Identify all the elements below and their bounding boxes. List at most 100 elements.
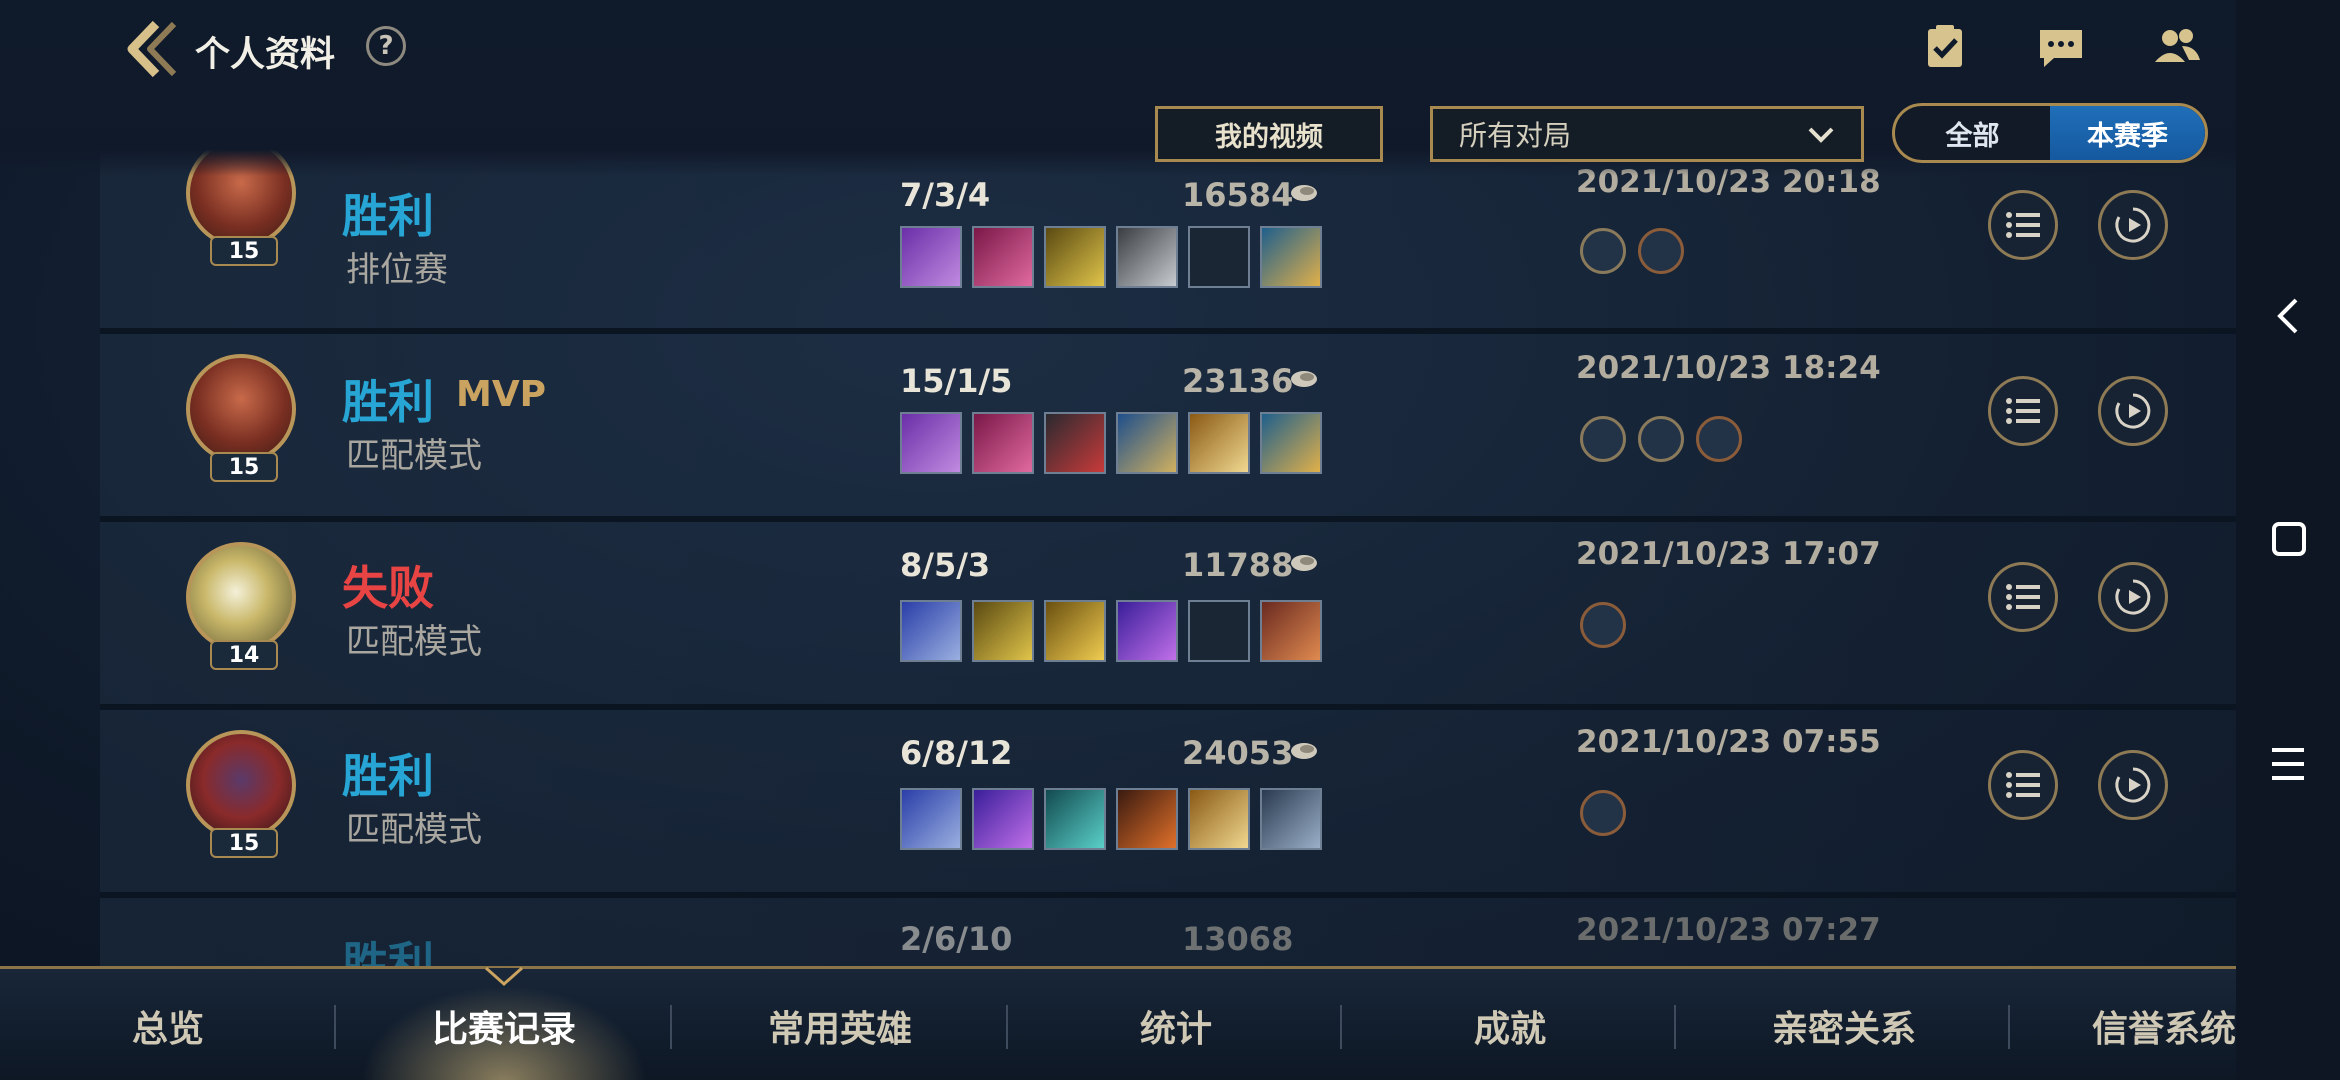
chevron-left-icon[interactable] [122, 18, 182, 80]
match-filter-value: 所有对局 [1459, 119, 1572, 152]
match-detail-button[interactable] [1988, 562, 2058, 632]
hero-avatar [186, 542, 296, 652]
chat-bubble-icon[interactable] [2036, 22, 2086, 72]
match-datetime: 2021/10/23 07:55 [1576, 724, 1881, 760]
replay-button[interactable] [2098, 750, 2168, 820]
empty-item-slot [1188, 226, 1250, 288]
tab-statistics[interactable]: 统计 [1008, 969, 1344, 1080]
match-detail-button[interactable] [1988, 376, 2058, 446]
season-toggle[interactable]: 全部 本赛季 [1892, 103, 2208, 163]
match-result: 失败 [342, 561, 434, 615]
gold-amount: 13068 [1182, 920, 1294, 958]
game-mode: 排位赛 [346, 250, 448, 290]
list-icon [2006, 398, 2040, 424]
system-nav-bar [2236, 0, 2340, 1080]
match-row-partial[interactable]: 胜利 2/6/10 13068 2021/10/23 07:27 [100, 898, 2236, 974]
item-slot [900, 600, 962, 662]
kda: 2/6/10 [900, 920, 1013, 958]
item-slot [972, 788, 1034, 850]
match-result: 胜利 [342, 749, 434, 803]
match-filter-select[interactable]: 所有对局 [1430, 106, 1864, 162]
level-badge: 14 [210, 640, 278, 670]
season-current-option[interactable]: 本赛季 [2050, 106, 2205, 160]
game-mode: 匹配模式 [346, 622, 482, 662]
coin-icon [1291, 555, 1317, 571]
gold-amount: 24053 [1182, 734, 1294, 772]
replay-button[interactable] [2098, 562, 2168, 632]
boots-item-slot [1260, 412, 1322, 474]
tab-reputation[interactable]: 信誉系统 [2010, 969, 2236, 1080]
level-badge: 15 [210, 828, 278, 858]
item-slot [1116, 226, 1178, 288]
play-icon [2115, 579, 2151, 615]
replay-button[interactable] [2098, 376, 2168, 446]
play-icon [2115, 767, 2151, 803]
item-slot [1044, 412, 1106, 474]
boots-item-slot [1260, 788, 1322, 850]
coin-icon [1291, 743, 1317, 759]
nav-menu-icon[interactable] [2236, 742, 2340, 786]
match-detail-button[interactable] [1988, 190, 2058, 260]
help-button[interactable]: ? [366, 26, 406, 66]
kda: 15/1/5 [900, 362, 1013, 400]
kda: 6/8/12 [900, 734, 1013, 772]
nav-home-icon[interactable] [2236, 518, 2340, 562]
empty-item-slot [1188, 600, 1250, 662]
item-slot [1116, 600, 1178, 662]
level-badge: 15 [210, 236, 278, 266]
match-detail-button[interactable] [1988, 750, 2058, 820]
nav-back-icon[interactable] [2236, 294, 2340, 338]
gold-amount: 11788 [1182, 546, 1294, 584]
match-result: 胜利 [342, 375, 434, 429]
game-mode: 匹配模式 [346, 810, 482, 850]
achievement-badge-icon [1638, 228, 1684, 274]
achievement-badge-icon [1580, 602, 1626, 648]
list-icon [2006, 772, 2040, 798]
achievement-badge-icon [1638, 416, 1684, 462]
match-row[interactable]: 15 胜利 匹配模式 6/8/12 24053 2021/10/23 07:55 [100, 710, 2236, 898]
play-icon [2115, 393, 2151, 429]
level-badge: 15 [210, 452, 278, 482]
page-title: 个人资料 [195, 35, 336, 75]
season-all-option[interactable]: 全部 [1895, 106, 2050, 160]
hero-avatar [186, 730, 296, 840]
bottom-tab-bar: 总览 比赛记录 常用英雄 统计 成就 亲密关系 信誉系统 [0, 966, 2236, 1080]
mvp-badge: MVP [456, 374, 547, 415]
item-slot [1044, 600, 1106, 662]
match-row[interactable]: 14 失败 匹配模式 8/5/3 11788 2021/10/23 17:07 [100, 522, 2236, 710]
hero-avatar [186, 354, 296, 464]
kda: 7/3/4 [900, 176, 991, 214]
item-slot [900, 788, 962, 850]
chevron-down-icon [1808, 127, 1834, 143]
item-slot [972, 600, 1034, 662]
item-slot [1188, 788, 1250, 850]
coin-icon [1291, 371, 1317, 387]
tab-intimacy[interactable]: 亲密关系 [1676, 969, 2012, 1080]
match-datetime: 2021/10/23 17:07 [1576, 536, 1881, 572]
tab-achievements[interactable]: 成就 [1342, 969, 1678, 1080]
match-datetime: 2021/10/23 18:24 [1576, 350, 1881, 386]
gold-amount: 16584 [1182, 176, 1294, 214]
clipboard-check-icon[interactable] [1920, 22, 1970, 72]
game-mode: 匹配模式 [346, 436, 482, 476]
tab-common-heroes[interactable]: 常用英雄 [672, 969, 1008, 1080]
item-slot [972, 412, 1034, 474]
match-result: 胜利 [342, 189, 434, 243]
item-slot [1116, 788, 1178, 850]
kda: 8/5/3 [900, 546, 991, 584]
achievement-badge-icon [1696, 416, 1742, 462]
item-slot [1188, 412, 1250, 474]
my-videos-button[interactable]: 我的视频 [1155, 106, 1383, 162]
replay-button[interactable] [2098, 190, 2168, 260]
friends-icon[interactable] [2152, 22, 2202, 72]
tab-overview[interactable]: 总览 [0, 969, 336, 1080]
list-icon [2006, 212, 2040, 238]
active-tab-pointer-icon [485, 966, 523, 986]
boots-item-slot [1260, 226, 1322, 288]
gold-amount: 23136 [1182, 362, 1294, 400]
list-icon [2006, 584, 2040, 610]
play-icon [2115, 207, 2151, 243]
achievement-badge-icon [1580, 416, 1626, 462]
match-row[interactable]: 15 胜利 MVP 匹配模式 15/1/5 23136 2021/10/23 1… [100, 334, 2236, 522]
achievement-badge-icon [1580, 790, 1626, 836]
